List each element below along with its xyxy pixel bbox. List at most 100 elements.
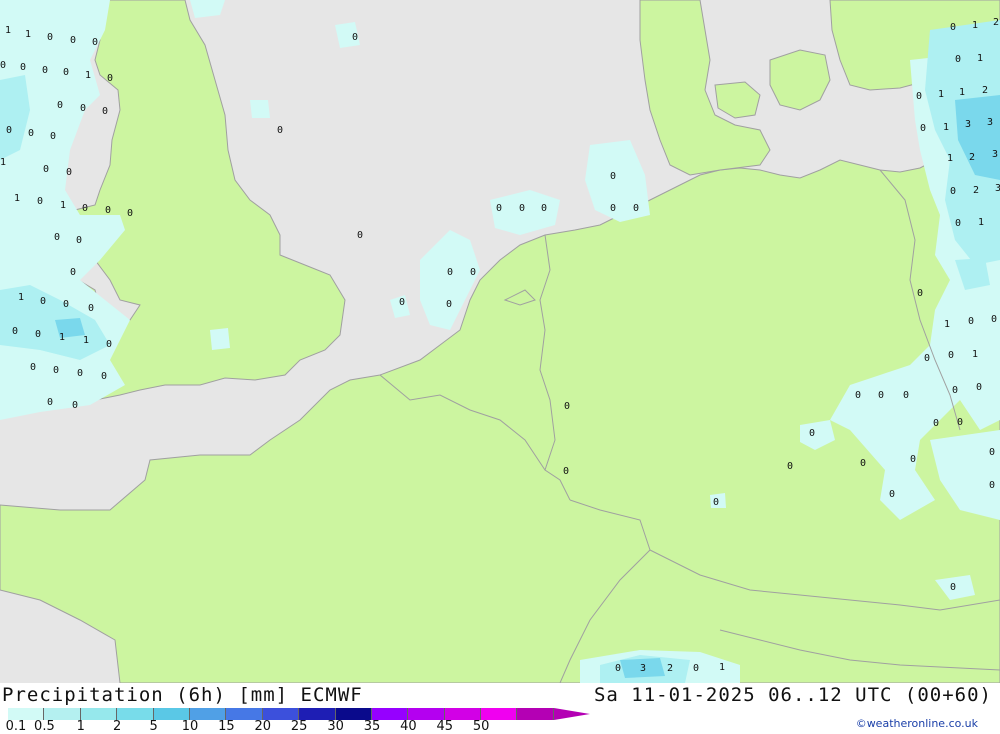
svg-text:0: 0: [855, 390, 861, 401]
svg-text:0: 0: [63, 67, 69, 78]
svg-text:0: 0: [615, 663, 621, 674]
svg-text:1: 1: [83, 335, 89, 346]
svg-text:0: 0: [101, 371, 107, 382]
svg-text:0: 0: [105, 205, 111, 216]
svg-text:0: 0: [20, 62, 26, 73]
svg-text:3: 3: [987, 117, 993, 128]
svg-text:0: 0: [88, 303, 94, 314]
svg-text:2: 2: [982, 85, 988, 96]
svg-text:1: 1: [14, 193, 20, 204]
svg-text:0: 0: [6, 125, 12, 136]
legend-tick-label: 15: [218, 719, 235, 734]
svg-text:1: 1: [943, 122, 949, 133]
svg-text:2: 2: [973, 185, 979, 196]
svg-text:0: 0: [50, 131, 56, 142]
svg-text:0: 0: [37, 196, 43, 207]
svg-text:0: 0: [563, 466, 569, 477]
svg-text:0: 0: [28, 128, 34, 139]
svg-text:0: 0: [0, 60, 6, 71]
svg-text:1: 1: [947, 153, 953, 164]
svg-text:1: 1: [977, 53, 983, 64]
credit-link[interactable]: ©weatheronline.co.uk: [856, 717, 978, 730]
svg-text:0: 0: [92, 37, 98, 48]
legend-tick-label: 5: [149, 719, 158, 734]
svg-text:0: 0: [446, 299, 452, 310]
svg-text:0: 0: [610, 171, 616, 182]
svg-text:1: 1: [944, 319, 950, 330]
svg-text:0: 0: [76, 235, 82, 246]
svg-text:0: 0: [916, 91, 922, 102]
svg-text:0: 0: [955, 218, 961, 229]
svg-text:0: 0: [35, 329, 41, 340]
legend-tick-label: 30: [327, 719, 344, 734]
svg-text:1: 1: [18, 292, 24, 303]
svg-text:0: 0: [102, 106, 108, 117]
svg-text:0: 0: [787, 461, 793, 472]
svg-text:0: 0: [917, 288, 923, 299]
svg-text:0: 0: [30, 362, 36, 373]
svg-text:0: 0: [12, 326, 18, 337]
svg-text:0: 0: [950, 22, 956, 33]
svg-text:0: 0: [496, 203, 502, 214]
svg-text:0: 0: [42, 65, 48, 76]
svg-text:1: 1: [85, 70, 91, 81]
svg-text:0: 0: [713, 497, 719, 508]
legend-arrow-icon: [554, 708, 590, 720]
svg-text:0: 0: [82, 203, 88, 214]
svg-text:0: 0: [610, 203, 616, 214]
svg-text:0: 0: [910, 454, 916, 465]
svg-text:0: 0: [277, 125, 283, 136]
legend-tick-label: 20: [254, 719, 272, 734]
svg-text:0: 0: [809, 428, 815, 439]
svg-text:0: 0: [77, 368, 83, 379]
svg-text:0: 0: [47, 32, 53, 43]
legend-tick-label: 0.5: [34, 719, 55, 734]
legend-tick-label: 45: [436, 719, 454, 734]
svg-text:1: 1: [0, 157, 6, 168]
svg-text:0: 0: [955, 54, 961, 65]
legend-tick-label: 35: [363, 719, 381, 734]
svg-text:0: 0: [66, 167, 72, 178]
svg-text:0: 0: [72, 400, 78, 411]
svg-text:3: 3: [965, 119, 971, 130]
svg-text:0: 0: [957, 417, 963, 428]
svg-text:0: 0: [633, 203, 639, 214]
svg-text:1: 1: [60, 200, 66, 211]
legend-tick-label: 10: [181, 719, 199, 734]
svg-text:0: 0: [952, 385, 958, 396]
legend-tick-label: 0.1: [5, 719, 27, 734]
svg-text:3: 3: [640, 663, 646, 674]
svg-text:0: 0: [920, 123, 926, 134]
svg-text:2: 2: [969, 152, 975, 163]
svg-text:0: 0: [63, 299, 69, 310]
svg-text:0: 0: [564, 401, 570, 412]
svg-text:0: 0: [519, 203, 525, 214]
svg-text:1: 1: [938, 89, 944, 100]
svg-text:0: 0: [968, 316, 974, 327]
svg-text:0: 0: [107, 73, 113, 84]
map-datetime: Sa 11-01-2025 06..12 UTC (00+60): [593, 684, 992, 706]
svg-text:0: 0: [40, 296, 46, 307]
svg-text:0: 0: [950, 186, 956, 197]
svg-text:0: 0: [352, 32, 358, 43]
svg-text:0: 0: [54, 232, 60, 243]
map-title: Precipitation (6h) [mm] ECMWF: [2, 684, 363, 706]
svg-text:0: 0: [989, 480, 995, 491]
legend-tick-label: 50: [472, 719, 490, 734]
svg-text:0: 0: [70, 267, 76, 278]
svg-text:0: 0: [57, 100, 63, 111]
svg-text:0: 0: [399, 297, 405, 308]
svg-text:0: 0: [903, 390, 909, 401]
svg-text:0: 0: [447, 267, 453, 278]
svg-text:0: 0: [878, 390, 884, 401]
svg-text:0: 0: [950, 582, 956, 593]
svg-text:0: 0: [933, 418, 939, 429]
svg-text:3: 3: [995, 183, 1000, 194]
precipitation-map[interactable]: 1 1 0 0 0 0 0 0 0 1 0 0 0 0 0 0 0 1 0 0 1 0 1 0 0 0 0…: [0, 0, 1000, 683]
svg-text:0: 0: [106, 339, 112, 350]
svg-text:0: 0: [53, 365, 59, 376]
svg-text:0: 0: [541, 203, 547, 214]
svg-text:1: 1: [5, 25, 11, 36]
svg-text:2: 2: [993, 17, 999, 28]
legend-tick-label: 1: [76, 719, 85, 734]
